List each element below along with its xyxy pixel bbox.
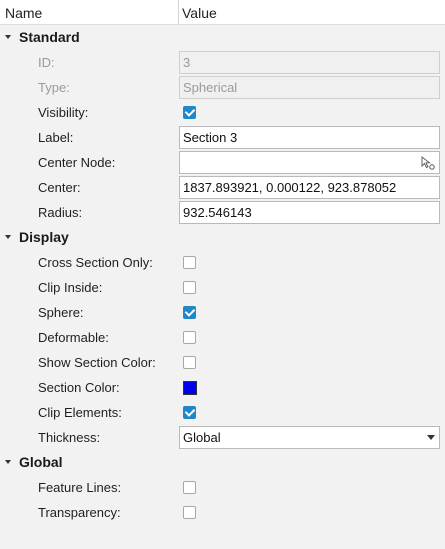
node-picker-icon[interactable] — [421, 156, 435, 170]
clip-inside-label: Clip Inside: — [38, 280, 103, 295]
thickness-select[interactable]: Global — [179, 426, 440, 449]
thickness-label: Thickness: — [38, 430, 101, 445]
chevron-down-icon[interactable] — [427, 435, 435, 440]
section-color-label: Section Color: — [38, 380, 120, 395]
type-field: Spherical — [179, 76, 440, 99]
label-input[interactable]: Section 3 — [179, 126, 440, 149]
thickness-row: Thickness: Global — [0, 425, 445, 450]
type-label: Type: — [38, 80, 70, 95]
center-input[interactable]: 1837.893921, 0.000122, 923.878052 — [179, 176, 440, 199]
deformable-label: Deformable: — [38, 330, 109, 345]
label-label: Label: — [38, 130, 74, 145]
global-section-title: Global — [19, 454, 63, 470]
show-section-color-label: Show Section Color: — [38, 355, 156, 370]
global-section-header[interactable]: Global — [0, 450, 445, 475]
id-label: ID: — [38, 55, 55, 70]
value-column-header[interactable]: Value — [182, 5, 217, 21]
visibility-label: Visibility: — [38, 105, 89, 120]
sphere-label: Sphere: — [38, 305, 84, 320]
clip-elements-checkbox[interactable] — [183, 406, 196, 419]
clip-elements-row: Clip Elements: — [0, 400, 445, 425]
section-color-swatch[interactable] — [183, 381, 197, 395]
section-color-row: Section Color: — [0, 375, 445, 400]
standard-section-title: Standard — [19, 29, 80, 45]
feature-lines-label: Feature Lines: — [38, 480, 122, 495]
thickness-value: Global — [183, 430, 221, 445]
column-divider[interactable] — [178, 0, 179, 24]
center-row: Center: 1837.893921, 0.000122, 923.87805… — [0, 175, 445, 200]
property-table-header: Name Value — [0, 0, 445, 25]
cross-section-only-row: Cross Section Only: — [0, 250, 445, 275]
standard-section-header[interactable]: Standard — [0, 25, 445, 50]
display-section-title: Display — [19, 229, 69, 245]
cross-section-only-checkbox[interactable] — [183, 256, 196, 269]
center-node-row: Center Node: — [0, 150, 445, 175]
transparency-row: Transparency: — [0, 500, 445, 525]
radius-label: Radius: — [38, 205, 83, 220]
center-node-field[interactable] — [179, 151, 440, 174]
clip-inside-row: Clip Inside: — [0, 275, 445, 300]
deformable-row: Deformable: — [0, 325, 445, 350]
id-field: 3 — [179, 51, 440, 74]
type-row: Type: Spherical — [0, 75, 445, 100]
center-label: Center: — [38, 180, 81, 195]
clip-elements-label: Clip Elements: — [38, 405, 122, 420]
display-section-header[interactable]: Display — [0, 225, 445, 250]
feature-lines-row: Feature Lines: — [0, 475, 445, 500]
clip-inside-checkbox[interactable] — [183, 281, 196, 294]
collapse-caret-icon[interactable] — [5, 235, 11, 239]
cross-section-only-label: Cross Section Only: — [38, 255, 153, 270]
deformable-checkbox[interactable] — [183, 331, 196, 344]
transparency-checkbox[interactable] — [183, 506, 196, 519]
visibility-checkbox[interactable] — [183, 106, 196, 119]
sphere-checkbox[interactable] — [183, 306, 196, 319]
radius-input[interactable]: 932.546143 — [179, 201, 440, 224]
name-column-header[interactable]: Name — [5, 5, 42, 21]
sphere-row: Sphere: — [0, 300, 445, 325]
visibility-row: Visibility: — [0, 100, 445, 125]
radius-row: Radius: 932.546143 — [0, 200, 445, 225]
collapse-caret-icon[interactable] — [5, 35, 11, 39]
transparency-label: Transparency: — [38, 505, 121, 520]
show-section-color-row: Show Section Color: — [0, 350, 445, 375]
id-row: ID: 3 — [0, 50, 445, 75]
show-section-color-checkbox[interactable] — [183, 356, 196, 369]
collapse-caret-icon[interactable] — [5, 460, 11, 464]
feature-lines-checkbox[interactable] — [183, 481, 196, 494]
label-row: Label: Section 3 — [0, 125, 445, 150]
center-node-label: Center Node: — [38, 155, 116, 170]
